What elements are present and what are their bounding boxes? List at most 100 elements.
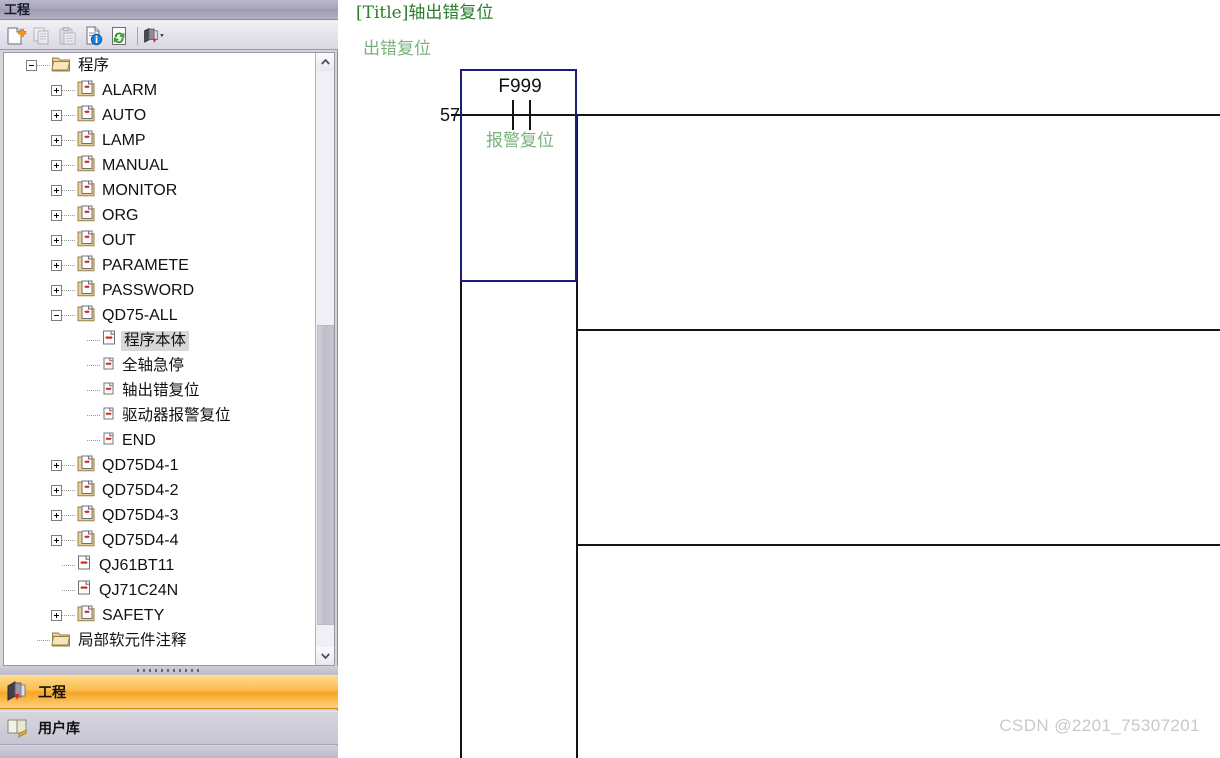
tree-item-11[interactable]: 全轴急停	[4, 353, 315, 378]
collapse-icon[interactable]	[26, 60, 37, 71]
tree-item-label: QJ61BT11	[99, 556, 175, 574]
expand-icon[interactable]	[51, 235, 62, 246]
tree-connector	[62, 140, 76, 141]
tree-connector	[62, 215, 76, 216]
tree-item-0[interactable]: ALARM	[4, 78, 315, 103]
tree-connector	[87, 340, 101, 341]
copy-icon	[29, 24, 55, 48]
ladder-body-icon	[76, 580, 93, 601]
refresh-icon[interactable]	[107, 24, 133, 48]
tree-connector	[87, 440, 101, 441]
tree-item-14[interactable]: END	[4, 428, 315, 453]
tree-item-9[interactable]: QD75-ALL	[4, 303, 315, 328]
tree-item-6[interactable]: OUT	[4, 228, 315, 253]
tree-item-label: QD75D4-1	[102, 456, 179, 474]
toolbar-separator	[137, 26, 138, 45]
selection-box[interactable]	[460, 69, 577, 282]
tree-item-8[interactable]: PASSWORD	[4, 278, 315, 303]
expand-icon[interactable]	[51, 510, 62, 521]
expand-icon[interactable]	[51, 185, 62, 196]
expand-icon[interactable]	[51, 110, 62, 121]
scroll-down-arrow-icon[interactable]	[316, 647, 334, 665]
panel-title: 工程	[4, 2, 31, 17]
expand-icon[interactable]	[51, 85, 62, 96]
expand-icon[interactable]	[51, 285, 62, 296]
tree-item-label: OUT	[102, 231, 136, 249]
tree-vertical-scrollbar[interactable]	[315, 53, 334, 665]
expand-icon[interactable]	[51, 135, 62, 146]
folder-icon	[51, 629, 72, 653]
tree-connector	[62, 265, 76, 266]
tree-item-20[interactable]: QJ71C24N	[4, 578, 315, 603]
program-file-icon	[76, 130, 96, 152]
expand-icon[interactable]	[51, 535, 62, 546]
program-file-icon	[76, 455, 96, 477]
program-file-icon	[76, 80, 96, 102]
new-project-icon[interactable]	[3, 24, 29, 48]
tree-connector	[62, 240, 76, 241]
tree-item-root-program[interactable]: 程序	[4, 53, 315, 78]
tree-item-4[interactable]: MONITOR	[4, 178, 315, 203]
tree-item-12[interactable]: 轴出错复位	[4, 378, 315, 403]
expand-icon[interactable]	[51, 210, 62, 221]
tree-item-1[interactable]: AUTO	[4, 103, 315, 128]
tree-item-2[interactable]: LAMP	[4, 128, 315, 153]
tree-item-21[interactable]: SAFETY	[4, 603, 315, 628]
userlib-nav-icon	[6, 716, 30, 741]
nav-button-project[interactable]: 工程	[0, 675, 338, 709]
tree-item-label: 轴出错复位	[122, 381, 200, 399]
tree-item-15[interactable]: QD75D4-1	[4, 453, 315, 478]
tree-item-13[interactable]: 驱动器报警复位	[4, 403, 315, 428]
program-file-icon	[76, 280, 96, 302]
tree-item-3[interactable]: MANUAL	[4, 153, 315, 178]
expand-icon[interactable]	[51, 610, 62, 621]
panel-splitter[interactable]	[0, 666, 338, 675]
scrollbar-thumb[interactable]	[317, 325, 334, 625]
panel-toolbar	[0, 20, 338, 50]
expand-icon[interactable]	[51, 460, 62, 471]
tree-item-18[interactable]: QD75D4-4	[4, 528, 315, 553]
tree-item-label: 驱动器报警复位	[122, 406, 231, 424]
expand-icon[interactable]	[51, 260, 62, 271]
panel-bottom-strip	[0, 746, 338, 758]
tree-item-label: QD75D4-2	[102, 481, 179, 499]
collapse-icon[interactable]	[51, 310, 62, 321]
tree-item-label: PARAMETE	[102, 256, 189, 274]
watermark: CSDN @2201_75307201	[999, 716, 1200, 735]
expand-icon[interactable]	[51, 160, 62, 171]
tree-connector	[87, 365, 101, 366]
tree-item-label: QD75D4-3	[102, 506, 179, 524]
tree-connector	[62, 90, 76, 91]
tree-item-22[interactable]: 局部软元件注释	[4, 628, 315, 653]
ladder-editor[interactable]: [Title]轴出错复位 出错复位 57 F999 报警复位 CSDN @220…	[339, 0, 1220, 758]
tree-connector	[62, 315, 76, 316]
program-file-icon	[76, 505, 96, 527]
tree-item-19[interactable]: QJ61BT11	[4, 553, 315, 578]
tree-item-17[interactable]: QD75D4-3	[4, 503, 315, 528]
tree-item-label: MANUAL	[102, 156, 169, 174]
tree-item-label: AUTO	[102, 106, 147, 124]
tree-item-5[interactable]: ORG	[4, 203, 315, 228]
program-file-icon	[76, 605, 96, 627]
panel-titlebar: 工程	[0, 0, 338, 20]
paste-icon	[55, 24, 81, 48]
plc-module-icon[interactable]	[142, 24, 168, 48]
nav-button-userlib[interactable]: 用户库	[0, 711, 338, 745]
folder-icon	[51, 54, 72, 78]
expand-icon[interactable]	[51, 485, 62, 496]
tree-connector	[62, 465, 76, 466]
tree-item-label: 局部软元件注释	[78, 631, 187, 649]
ladder-body-icon	[101, 330, 118, 351]
tree-item-10[interactable]: 程序本体	[4, 328, 315, 353]
project-tree[interactable]: 程序 ALARM AUTO LAMP MANUAL MONITOR ORG OUT PARAME…	[3, 52, 335, 666]
scroll-up-arrow-icon[interactable]	[316, 53, 334, 71]
application-window: 工程 程序 ALARM AUTO LAMP MANUAL MONITOR ORG…	[0, 0, 1220, 758]
tree-item-7[interactable]: PARAMETE	[4, 253, 315, 278]
program-file-icon	[76, 305, 96, 327]
tree-item-label: PASSWORD	[102, 281, 195, 299]
project-tree-scrollarea: 程序 ALARM AUTO LAMP MANUAL MONITOR ORG OUT PARAME…	[4, 53, 315, 665]
property-info-icon[interactable]	[81, 24, 107, 48]
tree-connector	[62, 565, 76, 566]
tree-item-label: MONITOR	[102, 181, 178, 199]
tree-item-16[interactable]: QD75D4-2	[4, 478, 315, 503]
